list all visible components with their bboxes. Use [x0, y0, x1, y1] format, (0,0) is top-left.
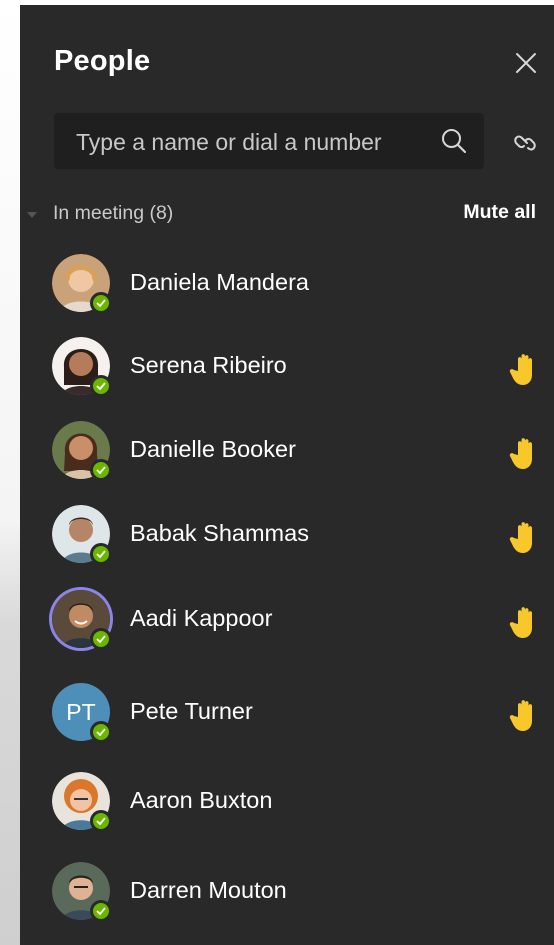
participant-name: Babak Shammas [130, 520, 309, 546]
presence-available-icon [90, 543, 112, 565]
participant-name: Pete Turner [130, 698, 253, 724]
presence-available-icon [90, 721, 112, 743]
participant-name: Serena Ribeiro [130, 352, 287, 378]
in-meeting-label: In meeting (8) [53, 202, 174, 224]
participant-avatar [52, 505, 112, 565]
presence-available-icon [90, 459, 112, 481]
participant-row[interactable]: Danielle Booker [40, 411, 550, 491]
close-button[interactable] [512, 49, 540, 77]
panel-title: People [54, 45, 151, 77]
participant-row[interactable]: Darren Mouton [40, 852, 550, 932]
participant-row[interactable]: PT Pete Turner [40, 673, 550, 753]
background-window [0, 0, 20, 945]
raised-hand-icon [509, 438, 532, 469]
participant-avatar [52, 772, 112, 832]
mute-all-button[interactable]: Mute all [463, 201, 536, 224]
participant-name: Darren Mouton [130, 877, 287, 903]
presence-available-icon [90, 810, 112, 832]
participant-name: Danielle Booker [130, 436, 296, 462]
raised-hand-icon [509, 354, 532, 385]
presence-available-icon [90, 375, 112, 397]
link-icon[interactable] [510, 130, 540, 156]
participant-avatar [52, 862, 112, 922]
participant-avatar [52, 590, 112, 650]
participant-avatar [52, 421, 112, 481]
participant-name: Aadi Kappoor [130, 605, 273, 631]
people-panel: People In meeting (8) Mute all Dani [20, 5, 554, 945]
search-input[interactable] [74, 113, 423, 171]
participant-row[interactable]: Daniela Mandera [40, 244, 550, 324]
participant-row[interactable]: Aadi Kappoor [40, 580, 550, 660]
raised-hand-icon [509, 700, 532, 731]
raised-hand-icon [509, 607, 532, 638]
participant-name: Aaron Buxton [130, 787, 273, 813]
in-meeting-section-header[interactable]: In meeting (8) Mute all [26, 201, 536, 231]
participant-avatar: PT [52, 683, 112, 743]
chevron-down-icon[interactable] [26, 209, 38, 221]
search-box[interactable] [54, 113, 484, 171]
participant-avatar [52, 337, 112, 397]
search-icon[interactable] [440, 127, 468, 155]
presence-available-icon [90, 292, 112, 314]
participant-name: Daniela Mandera [130, 269, 309, 295]
close-icon [516, 53, 536, 73]
presence-available-icon [90, 628, 112, 650]
participant-row[interactable]: Babak Shammas [40, 495, 550, 575]
participant-avatar [52, 254, 112, 314]
participant-row[interactable]: Serena Ribeiro [40, 327, 550, 407]
participant-row[interactable]: Aaron Buxton [40, 762, 550, 842]
presence-available-icon [90, 900, 112, 922]
raised-hand-icon [509, 522, 532, 553]
